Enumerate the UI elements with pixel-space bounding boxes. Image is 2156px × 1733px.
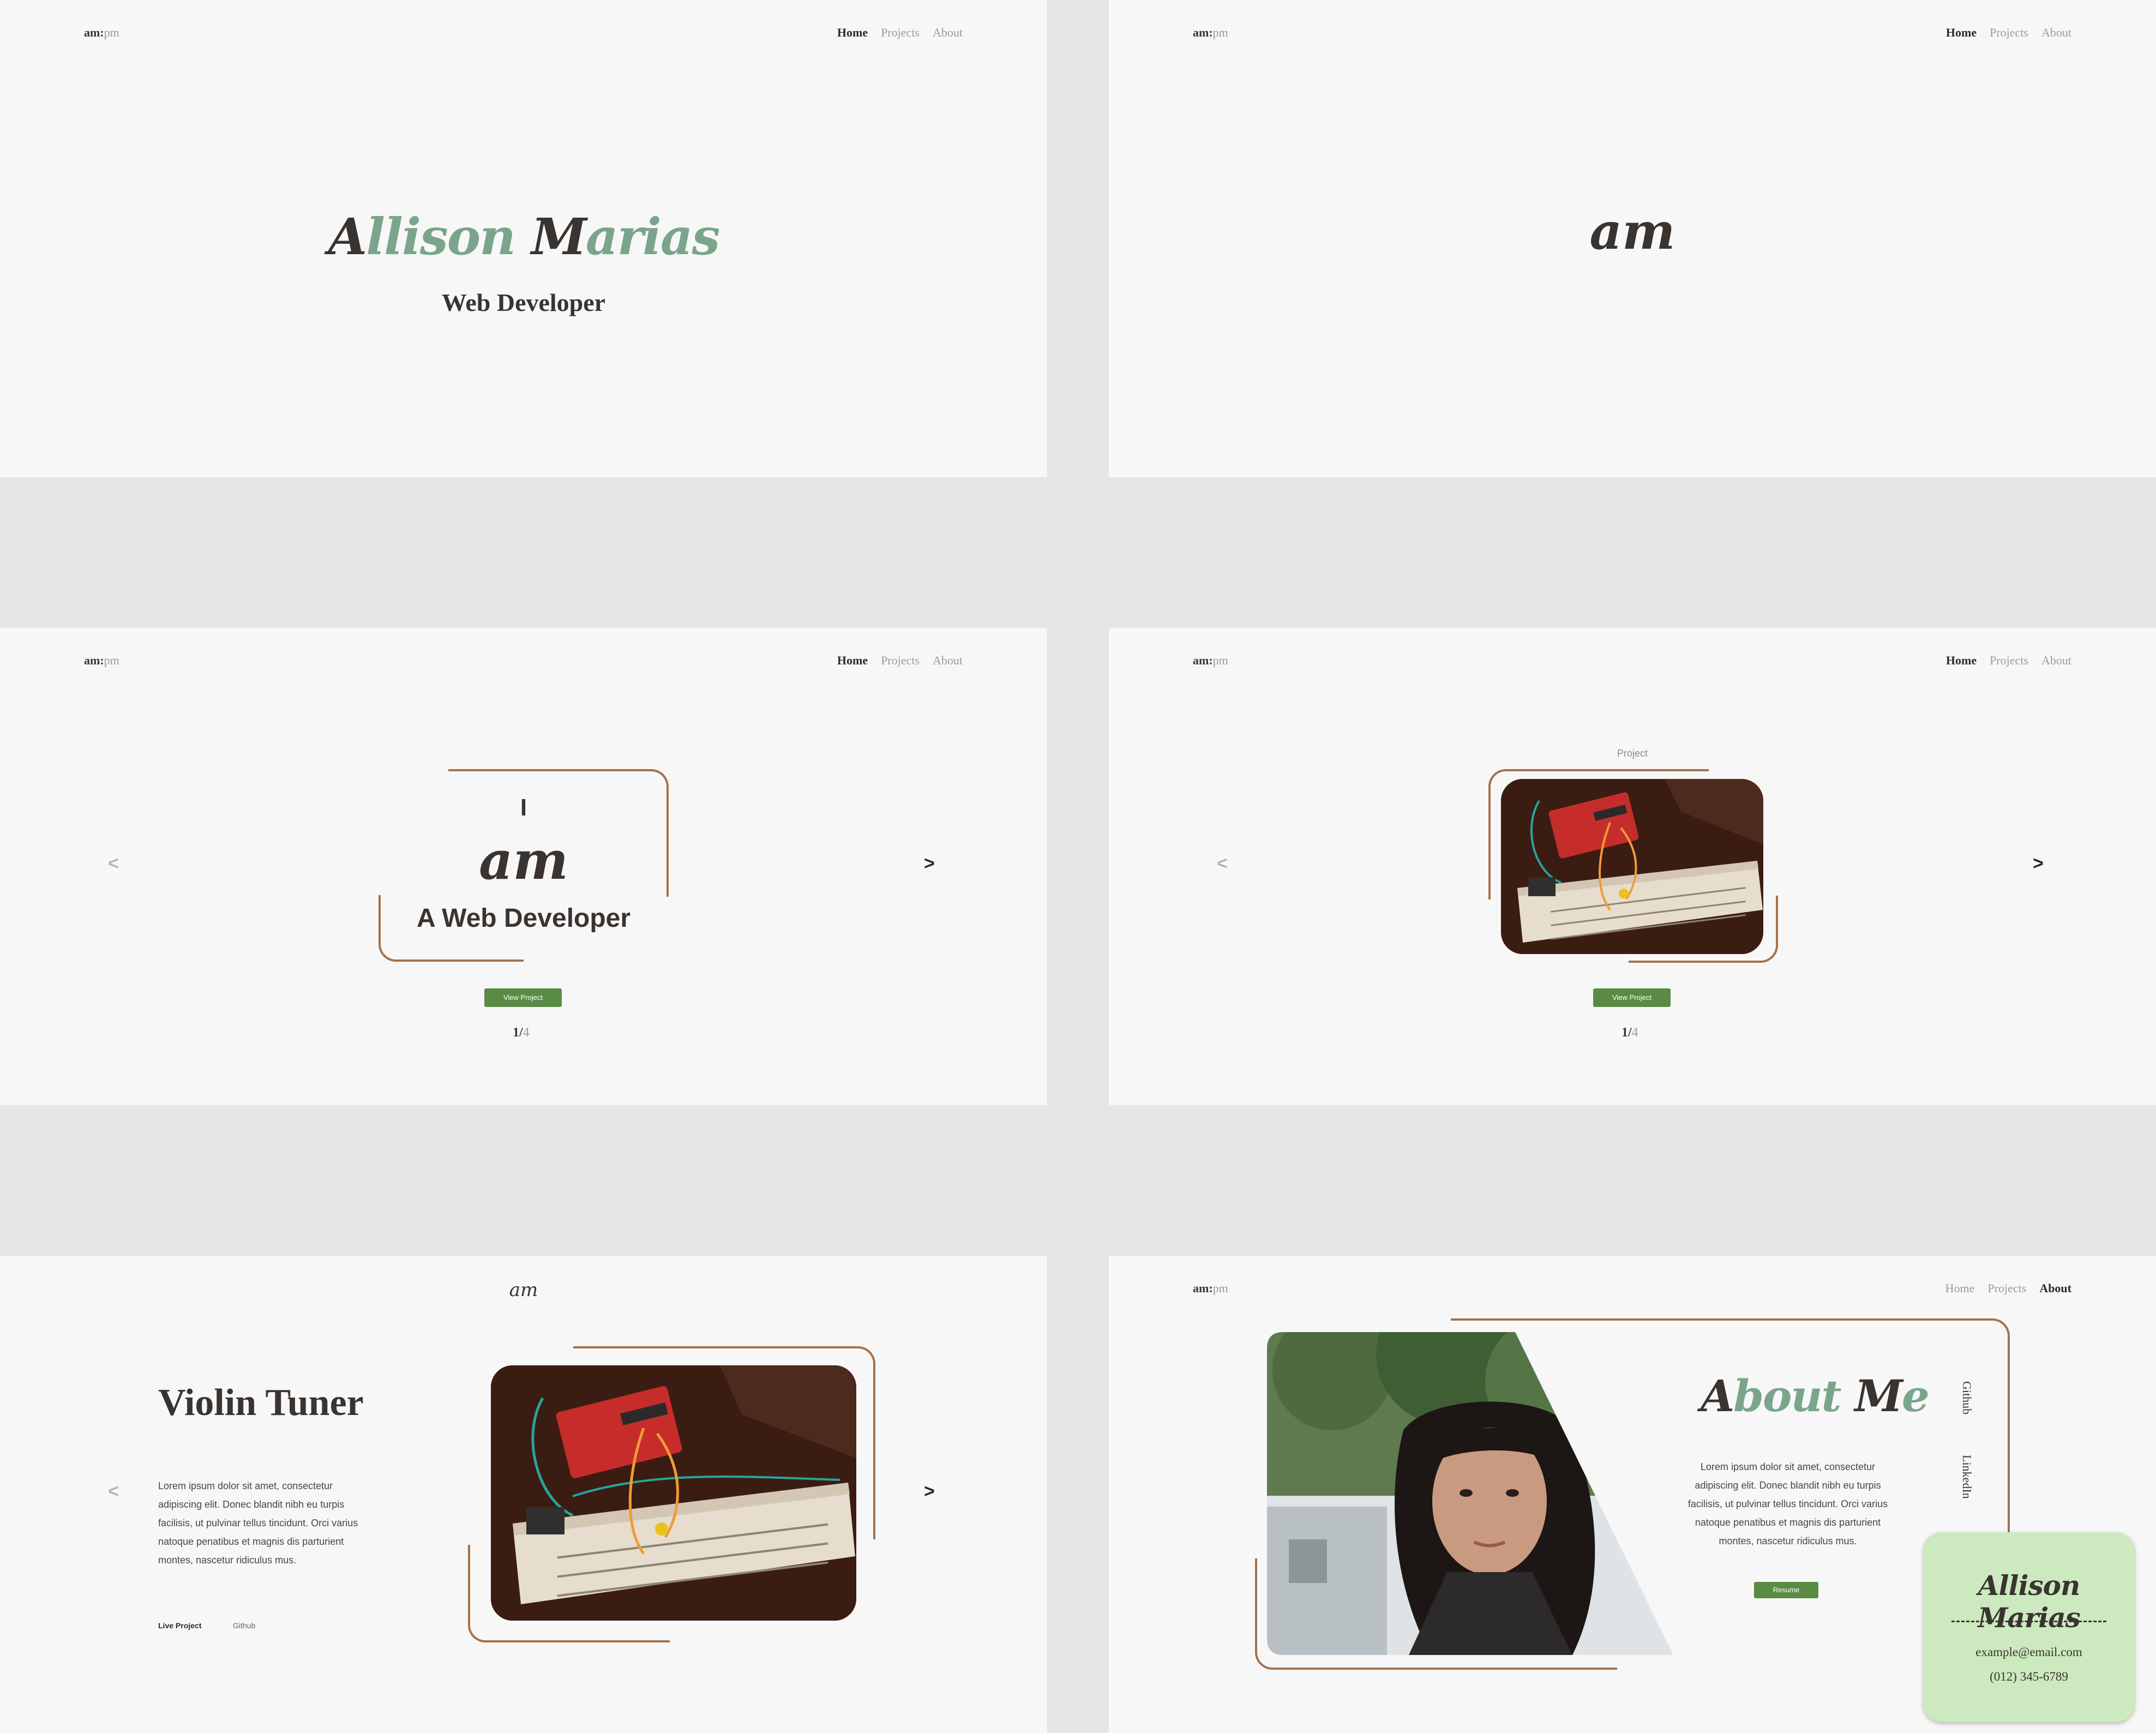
nav-projects[interactable]: Projects (1990, 26, 2028, 40)
site-logo[interactable]: am:pm (84, 653, 119, 668)
nav-projects[interactable]: Projects (881, 653, 920, 668)
slider-prev-button[interactable]: < (108, 853, 119, 874)
hero-name: Allison Marias (328, 207, 720, 266)
nav-about[interactable]: About (933, 26, 963, 40)
slider-prev-button[interactable]: < (1217, 853, 1228, 874)
nav-projects[interactable]: Projects (1990, 653, 2028, 668)
site-logo[interactable]: am:pm (1193, 653, 1228, 668)
intro-line-i: I (520, 794, 527, 821)
live-project-link[interactable]: Live Project (158, 1621, 201, 1630)
intro-slide-panel: am:pm Home Projects About I am A Web Dev… (0, 628, 1047, 1105)
main-nav: Home Projects About (1946, 653, 2071, 668)
view-project-button[interactable]: View Project (484, 988, 562, 1007)
about-linkedin-link[interactable]: LinkedIn (1960, 1455, 1974, 1499)
hero-panel: am:pm Home Projects About Allison Marias… (0, 0, 1047, 477)
main-nav: Home Projects About (1946, 26, 2071, 40)
main-nav: Home Projects About (837, 26, 963, 40)
intro-line-role: A Web Developer (416, 904, 631, 933)
slide-pager: 1/4 (513, 1026, 530, 1040)
main-nav: Home Projects About (1945, 1281, 2071, 1296)
project-title: Violin Tuner (158, 1382, 364, 1424)
about-description: Lorem ipsum dolor sit amet, consectetur … (1687, 1461, 1888, 1546)
project-mark[interactable]: am (0, 1279, 1047, 1301)
profile-photo (1267, 1332, 1673, 1655)
project-caption: Project (1617, 748, 1648, 759)
hero-role: Web Developer (441, 289, 606, 316)
intro-line-am: am (479, 830, 568, 891)
site-logo[interactable]: am:pm (1193, 1281, 1228, 1296)
about-title: About Me (1701, 1370, 1930, 1422)
nav-home[interactable]: Home (1946, 653, 1977, 668)
card-email[interactable]: example@email.com (1923, 1645, 2135, 1659)
slider-next-button[interactable]: > (2033, 853, 2044, 874)
project-github-link[interactable]: Github (233, 1621, 255, 1630)
project-slide-panel: am:pm Home Projects About Project < > Vi… (1109, 628, 2156, 1105)
nav-about[interactable]: About (2041, 26, 2071, 40)
nav-home[interactable]: Home (837, 653, 868, 668)
nav-about[interactable]: About (933, 653, 963, 668)
nav-home[interactable]: Home (837, 26, 868, 40)
project-photo (1501, 779, 1763, 954)
nav-projects[interactable]: Projects (1987, 1281, 2026, 1296)
nav-projects[interactable]: Projects (881, 26, 920, 40)
card-divider (1951, 1621, 2106, 1622)
slide-pager: 1/4 (1621, 1026, 1638, 1040)
view-project-button[interactable]: View Project (1593, 988, 1671, 1007)
resume-button[interactable]: Resume (1754, 1582, 1818, 1598)
nav-about[interactable]: About (2041, 653, 2071, 668)
nav-about[interactable]: About (2039, 1281, 2071, 1296)
site-logo[interactable]: am:pm (1193, 26, 1228, 40)
main-nav: Home Projects About (837, 653, 963, 668)
card-name: Allison Marias (1978, 1569, 2081, 1634)
nav-home[interactable]: Home (1946, 26, 1977, 40)
slider-next-button[interactable]: > (924, 853, 935, 874)
project-detail-panel: am Violin Tuner Lorem ipsum dolor sit am… (0, 1256, 1047, 1733)
card-phone[interactable]: (012) 345-6789 (1923, 1670, 2135, 1684)
nav-home[interactable]: Home (1945, 1281, 1975, 1296)
splash-mark: am (1589, 202, 1675, 261)
project-prev-button[interactable]: < (108, 1481, 119, 1502)
project-photo (491, 1365, 856, 1621)
site-logo[interactable]: am:pm (84, 26, 119, 40)
project-next-button[interactable]: > (924, 1481, 935, 1502)
about-github-link[interactable]: Github (1960, 1381, 1974, 1414)
project-description: Lorem ipsum dolor sit amet, consectetur … (158, 1480, 358, 1566)
contact-card: Allison Marias example@email.com (012) 3… (1923, 1532, 2135, 1722)
splash-panel: am:pm Home Projects About am (1109, 0, 2156, 477)
